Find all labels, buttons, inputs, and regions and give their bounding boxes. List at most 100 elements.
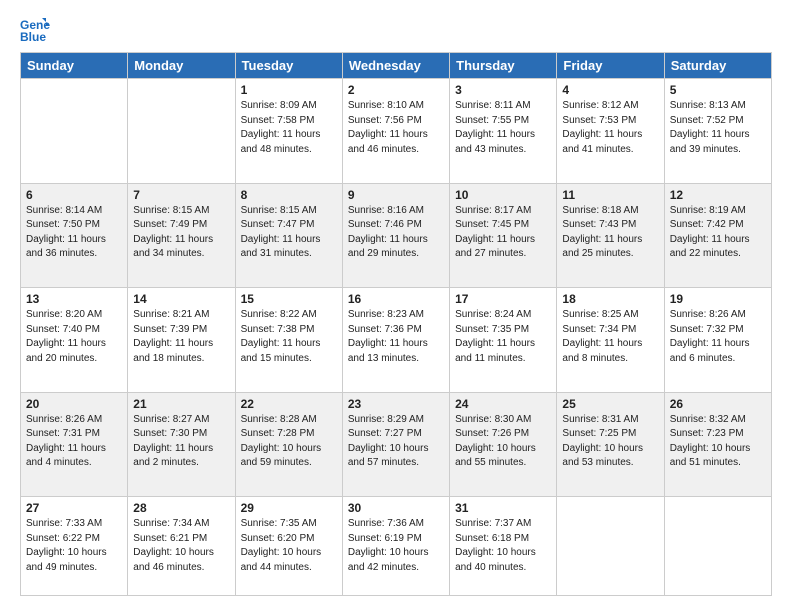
- day-info: Sunrise: 8:13 AM Sunset: 7:52 PM Dayligh…: [670, 99, 766, 157]
- day-info: Sunrise: 8:20 AM Sunset: 7:40 PM Dayligh…: [26, 308, 122, 366]
- calendar-week-row: 20 Sunrise: 8:26 AM Sunset: 7:31 PM Dayli…: [21, 392, 772, 497]
- weekday-header-thursday: Thursday: [450, 53, 557, 79]
- day-number: 9: [348, 188, 444, 202]
- day-info: Sunrise: 8:16 AM Sunset: 7:46 PM Dayligh…: [348, 204, 444, 262]
- day-number: 28: [133, 501, 229, 515]
- calendar-cell: 25 Sunrise: 8:31 AM Sunset: 7:25 PM Dayli…: [557, 392, 664, 497]
- day-info: Sunrise: 8:15 AM Sunset: 7:49 PM Dayligh…: [133, 204, 229, 262]
- calendar-cell: 1 Sunrise: 8:09 AM Sunset: 7:58 PM Daylig…: [235, 79, 342, 184]
- day-info: Sunrise: 7:34 AM Sunset: 6:21 PM Dayligh…: [133, 517, 229, 575]
- calendar-cell: 23 Sunrise: 8:29 AM Sunset: 7:27 PM Dayli…: [342, 392, 449, 497]
- day-number: 3: [455, 83, 551, 97]
- weekday-header-monday: Monday: [128, 53, 235, 79]
- day-number: 27: [26, 501, 122, 515]
- weekday-header-friday: Friday: [557, 53, 664, 79]
- logo-icon: General Blue: [20, 16, 50, 44]
- day-number: 17: [455, 292, 551, 306]
- calendar-cell: [21, 79, 128, 184]
- calendar-cell: 2 Sunrise: 8:10 AM Sunset: 7:56 PM Daylig…: [342, 79, 449, 184]
- calendar-cell: 7 Sunrise: 8:15 AM Sunset: 7:49 PM Daylig…: [128, 183, 235, 288]
- day-info: Sunrise: 8:27 AM Sunset: 7:30 PM Dayligh…: [133, 413, 229, 471]
- day-number: 20: [26, 397, 122, 411]
- day-number: 8: [241, 188, 337, 202]
- calendar-cell: 29 Sunrise: 7:35 AM Sunset: 6:20 PM Dayli…: [235, 497, 342, 596]
- calendar-cell: 4Sunrise: 8:12 AM Sunset: 7:53 PM Daylig…: [557, 79, 664, 184]
- day-info: Sunrise: 7:36 AM Sunset: 6:19 PM Dayligh…: [348, 517, 444, 575]
- day-number: 24: [455, 397, 551, 411]
- calendar-cell: 13Sunrise: 8:20 AM Sunset: 7:40 PM Dayli…: [21, 288, 128, 393]
- calendar-cell: 12Sunrise: 8:19 AM Sunset: 7:42 PM Dayli…: [664, 183, 771, 288]
- calendar-cell: 11 Sunrise: 8:18 AM Sunset: 7:43 PM Dayli…: [557, 183, 664, 288]
- day-number: 5: [670, 83, 766, 97]
- calendar-cell: 28 Sunrise: 7:34 AM Sunset: 6:21 PM Dayli…: [128, 497, 235, 596]
- calendar-cell: 8 Sunrise: 8:15 AM Sunset: 7:47 PM Daylig…: [235, 183, 342, 288]
- day-info: Sunrise: 8:26 AM Sunset: 7:32 PM Dayligh…: [670, 308, 766, 366]
- day-number: 15: [241, 292, 337, 306]
- calendar-cell: [128, 79, 235, 184]
- header: General Blue: [20, 16, 772, 44]
- calendar-cell: [557, 497, 664, 596]
- weekday-header-tuesday: Tuesday: [235, 53, 342, 79]
- day-number: 25: [562, 397, 658, 411]
- day-info: Sunrise: 8:14 AM Sunset: 7:50 PM Dayligh…: [26, 204, 122, 262]
- day-number: 2: [348, 83, 444, 97]
- calendar-cell: 26 Sunrise: 8:32 AM Sunset: 7:23 PM Dayli…: [664, 392, 771, 497]
- page: General Blue SundayMondayTuesdayWednesda…: [0, 0, 792, 612]
- calendar-cell: 24 Sunrise: 8:30 AM Sunset: 7:26 PM Dayli…: [450, 392, 557, 497]
- day-info: Sunrise: 8:19 AM Sunset: 7:42 PM Dayligh…: [670, 204, 766, 262]
- day-info: Sunrise: 8:30 AM Sunset: 7:26 PM Dayligh…: [455, 413, 551, 471]
- day-number: 11: [562, 188, 658, 202]
- calendar-cell: 30Sunrise: 7:36 AM Sunset: 6:19 PM Dayli…: [342, 497, 449, 596]
- calendar-week-row: 27 Sunrise: 7:33 AM Sunset: 6:22 PM Dayli…: [21, 497, 772, 596]
- calendar-cell: 19 Sunrise: 8:26 AM Sunset: 7:32 PM Dayli…: [664, 288, 771, 393]
- day-info: Sunrise: 8:21 AM Sunset: 7:39 PM Dayligh…: [133, 308, 229, 366]
- weekday-header-sunday: Sunday: [21, 53, 128, 79]
- day-info: Sunrise: 8:11 AM Sunset: 7:55 PM Dayligh…: [455, 99, 551, 157]
- day-number: 23: [348, 397, 444, 411]
- day-info: Sunrise: 8:09 AM Sunset: 7:58 PM Dayligh…: [241, 99, 337, 157]
- day-info: Sunrise: 7:35 AM Sunset: 6:20 PM Dayligh…: [241, 517, 337, 575]
- day-info: Sunrise: 7:37 AM Sunset: 6:18 PM Dayligh…: [455, 517, 551, 575]
- day-info: Sunrise: 8:31 AM Sunset: 7:25 PM Dayligh…: [562, 413, 658, 471]
- calendar-table: SundayMondayTuesdayWednesdayThursdayFrid…: [20, 52, 772, 596]
- calendar-cell: 14 Sunrise: 8:21 AM Sunset: 7:39 PM Dayli…: [128, 288, 235, 393]
- day-number: 31: [455, 501, 551, 515]
- day-number: 22: [241, 397, 337, 411]
- calendar-cell: 17 Sunrise: 8:24 AM Sunset: 7:35 PM Dayli…: [450, 288, 557, 393]
- day-number: 26: [670, 397, 766, 411]
- day-info: Sunrise: 8:10 AM Sunset: 7:56 PM Dayligh…: [348, 99, 444, 157]
- day-number: 1: [241, 83, 337, 97]
- calendar-cell: 21Sunrise: 8:27 AM Sunset: 7:30 PM Dayli…: [128, 392, 235, 497]
- day-info: Sunrise: 7:33 AM Sunset: 6:22 PM Dayligh…: [26, 517, 122, 575]
- calendar-cell: 15 Sunrise: 8:22 AM Sunset: 7:38 PM Dayli…: [235, 288, 342, 393]
- day-number: 29: [241, 501, 337, 515]
- svg-text:Blue: Blue: [20, 30, 46, 44]
- logo: General Blue: [20, 16, 54, 44]
- calendar-cell: 5 Sunrise: 8:13 AM Sunset: 7:52 PM Daylig…: [664, 79, 771, 184]
- day-number: 14: [133, 292, 229, 306]
- day-info: Sunrise: 8:25 AM Sunset: 7:34 PM Dayligh…: [562, 308, 658, 366]
- day-info: Sunrise: 8:32 AM Sunset: 7:23 PM Dayligh…: [670, 413, 766, 471]
- day-number: 7: [133, 188, 229, 202]
- day-number: 18: [562, 292, 658, 306]
- calendar-week-row: 1 Sunrise: 8:09 AM Sunset: 7:58 PM Daylig…: [21, 79, 772, 184]
- day-info: Sunrise: 8:23 AM Sunset: 7:36 PM Dayligh…: [348, 308, 444, 366]
- weekday-header-row: SundayMondayTuesdayWednesdayThursdayFrid…: [21, 53, 772, 79]
- day-number: 6: [26, 188, 122, 202]
- day-info: Sunrise: 8:24 AM Sunset: 7:35 PM Dayligh…: [455, 308, 551, 366]
- day-info: Sunrise: 8:26 AM Sunset: 7:31 PM Dayligh…: [26, 413, 122, 471]
- day-info: Sunrise: 8:29 AM Sunset: 7:27 PM Dayligh…: [348, 413, 444, 471]
- day-number: 10: [455, 188, 551, 202]
- calendar-cell: 9 Sunrise: 8:16 AM Sunset: 7:46 PM Daylig…: [342, 183, 449, 288]
- day-info: Sunrise: 8:22 AM Sunset: 7:38 PM Dayligh…: [241, 308, 337, 366]
- day-info: Sunrise: 8:15 AM Sunset: 7:47 PM Dayligh…: [241, 204, 337, 262]
- calendar-cell: 6 Sunrise: 8:14 AM Sunset: 7:50 PM Daylig…: [21, 183, 128, 288]
- weekday-header-saturday: Saturday: [664, 53, 771, 79]
- calendar-cell: 22Sunrise: 8:28 AM Sunset: 7:28 PM Dayli…: [235, 392, 342, 497]
- day-number: 19: [670, 292, 766, 306]
- calendar-week-row: 13Sunrise: 8:20 AM Sunset: 7:40 PM Dayli…: [21, 288, 772, 393]
- day-number: 16: [348, 292, 444, 306]
- calendar-week-row: 6 Sunrise: 8:14 AM Sunset: 7:50 PM Daylig…: [21, 183, 772, 288]
- day-info: Sunrise: 8:18 AM Sunset: 7:43 PM Dayligh…: [562, 204, 658, 262]
- calendar-cell: 31 Sunrise: 7:37 AM Sunset: 6:18 PM Dayli…: [450, 497, 557, 596]
